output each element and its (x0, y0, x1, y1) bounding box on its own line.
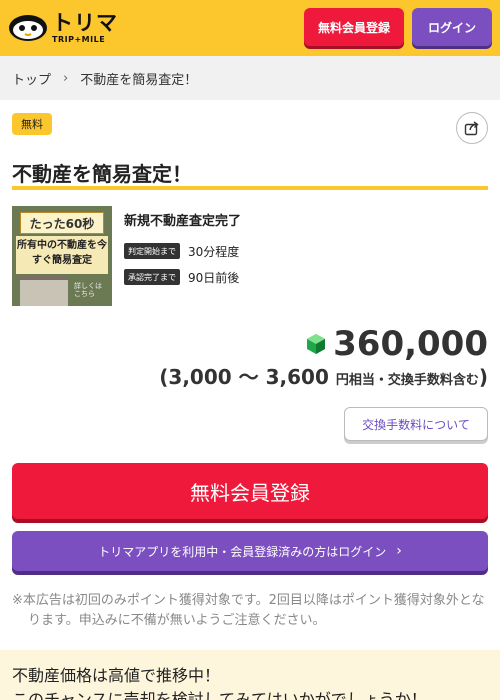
app-header: トリマ TRIP+MILE 無料会員登録 ログイン (0, 0, 500, 56)
breadcrumb-item-top[interactable]: トップ (12, 69, 51, 88)
approval-value: 90日前後 (188, 271, 240, 285)
point-value: 360,000 (333, 324, 488, 364)
logo-text: トリマ TRIP+MILE (52, 10, 118, 44)
price-row: 360,000 (0, 324, 488, 364)
offer-image-main-text: 所有中の不動産を今すぐ簡易査定 (16, 236, 108, 274)
judge-start-label: 判定開始まで (124, 243, 180, 259)
logo-sub-text: TRIP+MILE (52, 34, 106, 44)
logo-face-icon (9, 15, 47, 41)
offer-image-note: 詳しくはこちら (74, 282, 102, 299)
share-button[interactable] (456, 112, 488, 144)
promo-line-1: 不動産価格は高値で推移中！ (12, 666, 221, 685)
trima-logo[interactable]: トリマ TRIP+MILE (8, 12, 118, 44)
chevron-right-icon: › (396, 543, 402, 559)
price-range-value: 3,000 〜 3,600 (168, 365, 329, 389)
share-icon (464, 121, 479, 136)
promo-line-2: このチャンスに売却を検討してみてはいかがでしょうか！ (12, 690, 427, 700)
price-range: (3,000 〜 3,600 円相当・交換手数料含む) (159, 361, 488, 390)
free-badge: 無料 (12, 113, 52, 135)
notice-text: ※本広告は初回のみポイント獲得対象です。2回目以降はポイント獲得対象外となります… (12, 593, 485, 628)
approval-label: 承認完了まで (124, 269, 180, 285)
logo-main-text: トリマ (52, 10, 118, 35)
page-title: 不動産を簡易査定！ (12, 156, 488, 190)
price-range-suffix: 円相当・交換手数料含む (335, 373, 479, 388)
header-login-button[interactable]: ログイン (412, 8, 492, 46)
offer-name: 新規不動産査定完了 (124, 214, 242, 229)
promo-box: 不動産価格は高値で推移中！ このチャンスに売却を検討してみてはいかがでしょうか！ (0, 650, 500, 700)
offer-image: たった60秒 所有中の不動産を今すぐ簡易査定 詳しくはこちら (12, 206, 112, 306)
login-button[interactable]: トリマアプリを利用中・会員登録済みの方はログイン › (12, 531, 488, 571)
offer-image-banner: たった60秒 (20, 212, 104, 234)
price-range-close: ) (478, 365, 488, 389)
judge-start-value: 30分程度 (188, 245, 240, 259)
register-button[interactable]: 無料会員登録 (12, 463, 488, 519)
building-illustration (20, 276, 68, 306)
login-button-label: トリマアプリを利用中・会員登録済みの方はログイン (98, 544, 387, 559)
exchange-fee-button[interactable]: 交換手数料について (344, 407, 488, 441)
breadcrumb: トップ › 不動産を簡易査定！ (0, 56, 500, 100)
header-register-button[interactable]: 無料会員登録 (304, 8, 404, 46)
gem-icon (307, 334, 326, 354)
breadcrumb-item-current: 不動産を簡易査定！ (80, 72, 198, 88)
chevron-right-icon: › (63, 70, 69, 86)
